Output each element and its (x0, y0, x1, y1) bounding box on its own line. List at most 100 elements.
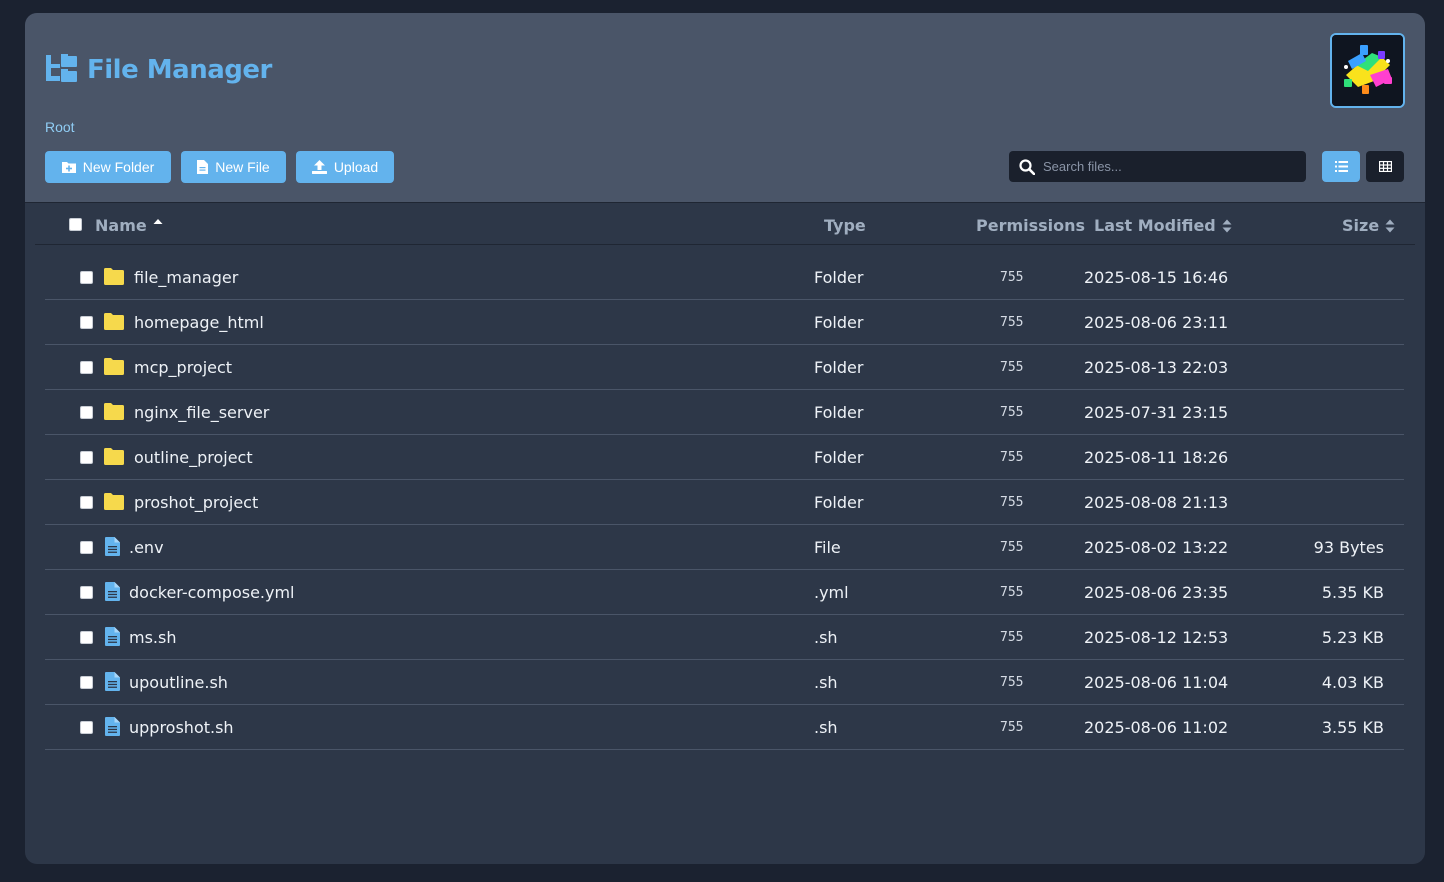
list-view-button[interactable] (1322, 151, 1360, 182)
table-row[interactable]: mcp_project Folder 755 2025-08-13 22:03 (45, 345, 1404, 390)
file-type: .sh (814, 718, 838, 737)
file-modified: 2025-08-06 11:04 (1084, 673, 1229, 692)
file-type: Folder (814, 358, 864, 377)
file-name[interactable]: nginx_file_server (134, 403, 269, 422)
table-row[interactable]: homepage_html Folder 755 2025-08-06 23:11 (45, 300, 1404, 345)
column-size-label: Size (1342, 216, 1380, 235)
column-type-label: Type (824, 216, 866, 235)
grid-icon (1378, 161, 1392, 172)
file-size: 5.35 KB (1321, 583, 1384, 602)
file-size: 5.23 KB (1321, 628, 1384, 647)
row-checkbox[interactable] (80, 451, 93, 464)
file-list: file_manager Folder 755 2025-08-15 16:46 hom… (45, 255, 1404, 750)
page-title: File Manager (87, 55, 272, 85)
file-size: 3.55 KB (1321, 718, 1384, 737)
row-checkbox[interactable] (80, 496, 93, 509)
file-type: Folder (814, 493, 864, 512)
table-row[interactable]: upproshot.sh .sh 755 2025-08-06 11:02 3.55 K… (45, 705, 1404, 750)
file-type: .sh (814, 628, 838, 647)
file-icon (105, 717, 120, 741)
search-icon (1019, 158, 1035, 175)
folder-icon (104, 358, 124, 380)
folder-icon (104, 403, 124, 425)
file-name[interactable]: outline_project (134, 448, 253, 467)
table-row[interactable]: upoutline.sh .sh 755 2025-08-06 11:04 4.03 K… (45, 660, 1404, 705)
table-row[interactable]: docker-compose.yml .yml 755 2025-08-06 23:3… (45, 570, 1404, 615)
file-modified: 2025-08-13 22:03 (1084, 358, 1229, 377)
file-modified: 2025-08-06 23:35 (1084, 583, 1229, 602)
file-name[interactable]: mcp_project (134, 358, 232, 377)
column-size[interactable]: Size (1342, 216, 1395, 235)
row-checkbox[interactable] (80, 676, 93, 689)
file-plus-icon (197, 160, 209, 174)
folder-icon (104, 268, 124, 290)
file-permissions: 755 (1000, 315, 1024, 330)
sort-asc-icon (153, 218, 163, 224)
table-row[interactable]: file_manager Folder 755 2025-08-15 16:46 (45, 255, 1404, 300)
row-checkbox[interactable] (80, 406, 93, 419)
file-type: Folder (814, 268, 864, 287)
new-file-label: New File (215, 159, 270, 175)
file-type: Folder (814, 403, 864, 422)
file-size: 4.03 KB (1321, 673, 1384, 692)
upload-button[interactable]: Upload (296, 151, 394, 183)
sort-icon (1385, 219, 1395, 232)
file-name[interactable]: proshot_project (134, 493, 258, 512)
file-modified: 2025-08-11 18:26 (1084, 448, 1229, 467)
file-permissions: 755 (1000, 585, 1024, 600)
column-name[interactable]: Name (95, 216, 163, 235)
new-file-button[interactable]: New File (181, 151, 286, 183)
table-row[interactable]: nginx_file_server Folder 755 2025-07-31 23:… (45, 390, 1404, 435)
file-name[interactable]: docker-compose.yml (129, 583, 295, 602)
row-checkbox[interactable] (80, 316, 93, 329)
column-permissions: Permissions (976, 216, 1085, 235)
file-type: .yml (814, 583, 849, 602)
file-permissions: 755 (1000, 630, 1024, 645)
file-permissions: 755 (1000, 540, 1024, 555)
folder-icon (104, 493, 124, 515)
file-modified: 2025-08-15 16:46 (1084, 268, 1229, 287)
file-name[interactable]: file_manager (134, 268, 238, 287)
file-modified: 2025-08-06 23:11 (1084, 313, 1229, 332)
table-header: Name Type Permissions Last Modified Size (35, 204, 1415, 245)
file-modified: 2025-08-12 12:53 (1084, 628, 1229, 647)
breadcrumb-root[interactable]: Root (45, 119, 75, 135)
file-permissions: 755 (1000, 450, 1024, 465)
file-name[interactable]: upproshot.sh (129, 718, 234, 737)
file-type: File (814, 538, 841, 557)
file-icon (105, 582, 120, 606)
search-input[interactable] (1043, 159, 1283, 174)
file-name[interactable]: homepage_html (134, 313, 264, 332)
row-checkbox[interactable] (80, 721, 93, 734)
file-type: .sh (814, 673, 838, 692)
app-logo (1330, 33, 1405, 108)
new-folder-button[interactable]: New Folder (45, 151, 171, 183)
table-row[interactable]: outline_project Folder 755 2025-08-11 18:26 (45, 435, 1404, 480)
file-modified: 2025-08-02 13:22 (1084, 538, 1229, 557)
list-icon (1334, 161, 1348, 172)
table-row[interactable]: proshot_project Folder 755 2025-08-08 21:13 (45, 480, 1404, 525)
file-name[interactable]: ms.sh (129, 628, 176, 647)
grid-view-button[interactable] (1366, 151, 1404, 182)
row-checkbox[interactable] (80, 361, 93, 374)
file-permissions: 755 (1000, 270, 1024, 285)
folder-icon (104, 448, 124, 470)
row-checkbox[interactable] (80, 586, 93, 599)
row-checkbox[interactable] (80, 271, 93, 284)
table-row[interactable]: ms.sh .sh 755 2025-08-12 12:53 5.23 KB (45, 615, 1404, 660)
file-permissions: 755 (1000, 675, 1024, 690)
search-box (1009, 151, 1306, 182)
file-name[interactable]: upoutline.sh (129, 673, 228, 692)
title-bar: File Manager (45, 53, 272, 87)
file-permissions: 755 (1000, 405, 1024, 420)
table-row[interactable]: .env File 755 2025-08-02 13:22 93 Bytes (45, 525, 1404, 570)
row-checkbox[interactable] (80, 631, 93, 644)
column-permissions-label: Permissions (976, 216, 1086, 235)
folder-plus-icon (61, 162, 76, 173)
column-last-modified[interactable]: Last Modified (1094, 216, 1232, 235)
select-all-checkbox[interactable] (69, 218, 82, 231)
file-name[interactable]: .env (129, 538, 164, 557)
row-checkbox[interactable] (80, 541, 93, 554)
file-manager-window: File Manager Root New Folder New File Up… (25, 13, 1425, 864)
column-type: Type (824, 216, 866, 235)
